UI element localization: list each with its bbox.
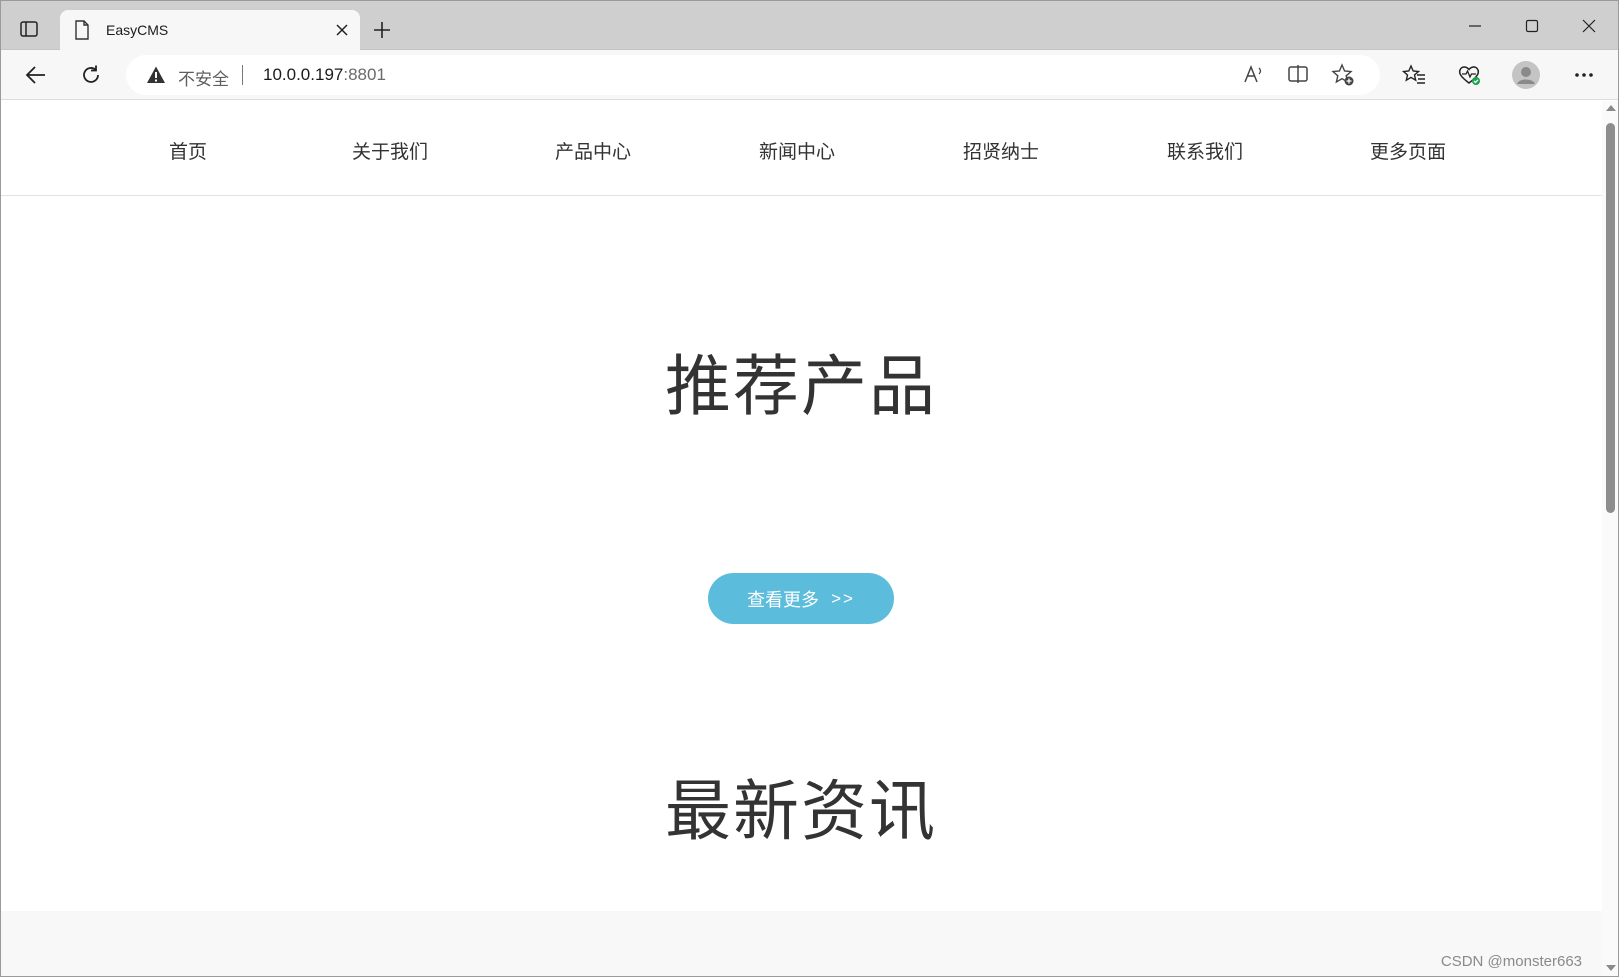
address-separator [242,65,243,85]
view-more-arrows: >> [831,588,855,608]
reload-icon[interactable] [79,63,103,87]
nav-item-more-pages[interactable]: 更多页面 [1370,137,1446,164]
page-viewport: 首页 关于我们 产品中心 新闻中心 招贤纳士 联系我们 更多页面 推荐产品 查看… [0,101,1602,977]
tab-close-icon[interactable] [334,22,350,38]
watermark-text: CSDN @monster663 [1440,953,1582,970]
profile-avatar-icon[interactable] [1510,59,1542,91]
browser-essentials-icon[interactable] [1457,63,1481,87]
site-navigation: 首页 关于我们 产品中心 新闻中心 招贤纳士 联系我们 更多页面 [0,101,1602,196]
page-scrollbar[interactable] [1602,101,1619,977]
new-tab-icon[interactable] [372,20,392,40]
maximize-icon[interactable] [1520,14,1544,38]
minimize-icon[interactable] [1463,14,1487,38]
sidebar-toggle-icon[interactable] [18,18,40,40]
nav-item-contact[interactable]: 联系我们 [1167,137,1243,164]
favorites-icon[interactable] [1402,63,1426,87]
warning-icon[interactable] [146,65,166,85]
scroll-thumb[interactable] [1606,123,1615,513]
url-text[interactable]: 10.0.0.197:8801 [263,65,386,85]
back-arrow-icon[interactable] [24,63,48,87]
nav-item-home[interactable]: 首页 [169,137,207,164]
nav-item-news[interactable]: 新闻中心 [759,137,835,164]
read-aloud-icon[interactable] [1242,63,1266,87]
address-bar[interactable]: 不安全 10.0.0.197:8801 [126,55,1380,95]
browser-toolbar: 不安全 10.0.0.197:8801 [0,50,1619,100]
window-close-icon[interactable] [1577,14,1601,38]
browser-tab-active[interactable]: EasyCMS [60,10,360,51]
nav-item-careers[interactable]: 招贤纳士 [963,137,1039,164]
browser-titlebar: EasyCMS [0,0,1619,51]
security-status-label[interactable]: 不安全 [178,65,229,90]
news-section-background [0,911,1602,977]
scroll-down-arrow-icon[interactable] [1606,965,1616,971]
nav-item-products[interactable]: 产品中心 [555,137,631,164]
view-more-button[interactable]: 查看更多 >> [708,573,894,624]
url-host: 10.0.0.197 [263,65,344,84]
add-favorite-icon[interactable] [1331,63,1355,87]
featured-products-title: 推荐产品 [665,348,937,425]
view-more-label: 查看更多 [747,589,820,611]
split-screen-icon[interactable] [1287,63,1311,87]
scroll-up-arrow-icon[interactable] [1606,105,1616,111]
tab-title: EasyCMS [106,22,169,38]
more-options-icon[interactable] [1572,63,1596,87]
latest-news-title: 最新资讯 [665,773,937,850]
url-port: :8801 [343,65,386,84]
nav-item-about[interactable]: 关于我们 [352,137,428,164]
page-icon [74,20,92,40]
